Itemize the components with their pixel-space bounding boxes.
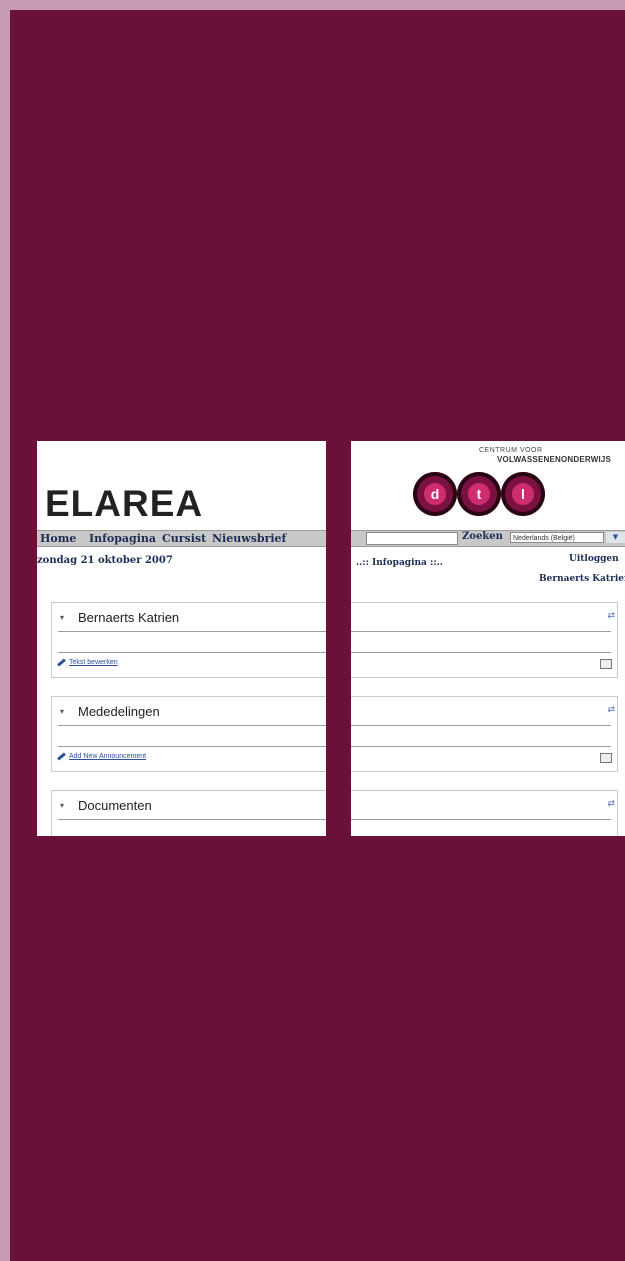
org-line-1: CENTRUM VOOR xyxy=(479,447,543,454)
box-bernaerts: ▾ Bernaerts Katrien Tekst bewerken xyxy=(51,602,326,678)
pencil-icon xyxy=(57,752,66,761)
nav-bar: Home Infopagina Cursist Nieuwsbrief xyxy=(37,530,326,547)
edit-icon[interactable]: ⇄ xyxy=(607,611,615,621)
collapse-icon[interactable]: ▾ xyxy=(60,801,64,810)
logout-link[interactable]: Uitloggen xyxy=(569,554,619,564)
divider xyxy=(351,631,611,632)
box-bernaerts-right: ⇄ xyxy=(351,602,618,678)
divider xyxy=(58,746,326,747)
org-line-2: VOLWASSENENONDERWIJS xyxy=(497,455,612,464)
divider xyxy=(351,819,611,820)
elarea-logo: ELAREA xyxy=(45,483,204,524)
screenshot-left: ELAREA Home Infopagina Cursist Nieuwsbri… xyxy=(37,441,326,836)
box-documenten: ▾ Documenten xyxy=(51,790,326,836)
box-title: Bernaerts Katrien xyxy=(78,610,180,625)
print-icon[interactable] xyxy=(600,659,612,669)
language-select[interactable]: Nederlands (België) xyxy=(510,532,604,543)
nav-nieuwsbrief[interactable]: Nieuwsbrief xyxy=(212,532,286,545)
box-documenten-right: ⇄ xyxy=(351,790,618,836)
logo-letter: t xyxy=(468,483,490,505)
nav-infopagina[interactable]: Infopagina xyxy=(89,532,156,545)
chevron-down-icon[interactable]: ▼ xyxy=(606,532,625,543)
box-title: Mededelingen xyxy=(78,704,160,719)
box-mededelingen: ▾ Mededelingen Add New Announcement xyxy=(51,696,326,772)
add-announcement-link[interactable]: Add New Announcement xyxy=(69,753,146,760)
collapse-icon[interactable]: ▾ xyxy=(60,613,64,622)
divider xyxy=(351,652,611,653)
divider xyxy=(58,725,326,726)
divider xyxy=(58,631,326,632)
dtl-logo-circle: t xyxy=(457,472,501,516)
box-mededelingen-right: ⇄ xyxy=(351,696,618,772)
nav-home[interactable]: Home xyxy=(40,532,76,545)
divider xyxy=(351,725,611,726)
collapse-icon[interactable]: ▾ xyxy=(60,707,64,716)
dtl-logo-circle: d xyxy=(413,472,457,516)
edit-text-link[interactable]: Tekst bewerken xyxy=(69,659,118,666)
edit-icon[interactable]: ⇄ xyxy=(607,705,615,715)
box-title: Documenten xyxy=(78,798,152,813)
pencil-icon xyxy=(57,658,66,667)
date-label: zondag 21 oktober 2007 xyxy=(37,555,173,566)
search-input[interactable] xyxy=(366,532,458,545)
dtl-logo-circle: l xyxy=(501,472,545,516)
divider xyxy=(351,746,611,747)
search-bar: Zoeken Nederlands (België) ▼ xyxy=(351,530,625,547)
logo-letter: d xyxy=(424,483,446,505)
user-name: Bernaerts Katrien xyxy=(539,574,625,584)
page-heading: ..:: Infopagina ::.. xyxy=(356,558,443,568)
nav-cursist[interactable]: Cursist xyxy=(162,532,206,545)
divider xyxy=(58,652,326,653)
divider xyxy=(58,819,326,820)
screenshot-right: CENTRUM VOOR VOLWASSENENONDERWIJS d t l … xyxy=(351,441,625,836)
logo-letter: l xyxy=(512,483,534,505)
print-icon[interactable] xyxy=(600,753,612,763)
search-button[interactable]: Zoeken xyxy=(462,531,503,542)
edit-icon[interactable]: ⇄ xyxy=(607,799,615,809)
